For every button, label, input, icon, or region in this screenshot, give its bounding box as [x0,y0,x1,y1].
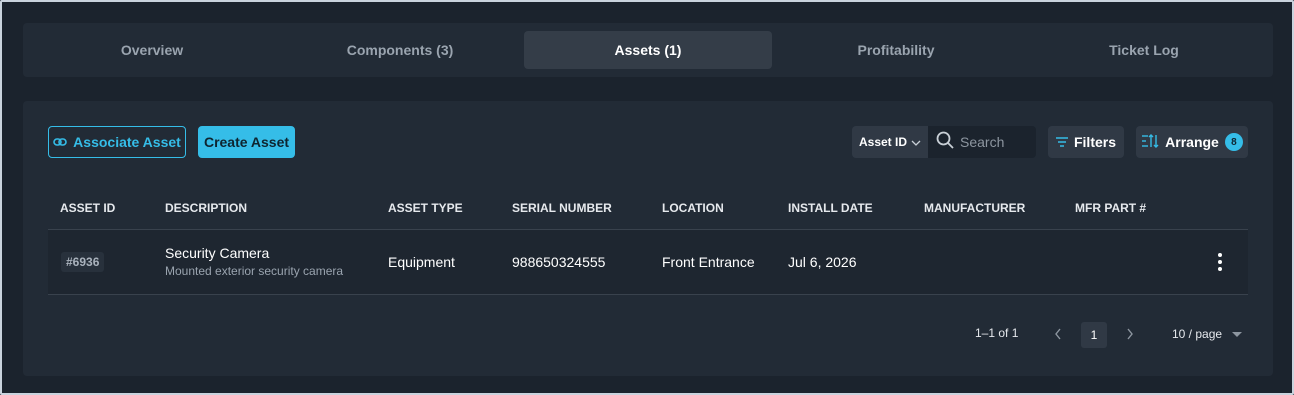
tab-bar: Overview Components (3) Assets (1) Profi… [23,23,1273,77]
column-header-mfr-part[interactable]: MFR PART # [1075,201,1146,215]
chevron-left-icon[interactable] [1046,322,1070,346]
column-header-serial-number[interactable]: SERIAL NUMBER [512,201,612,215]
caret-down-icon [1232,327,1243,341]
asset-description-sub: Mounted exterior security camera [165,264,344,278]
row-actions-kebab-icon[interactable] [1208,250,1232,274]
tab-assets[interactable]: Assets (1) [524,31,772,69]
search-field-select[interactable]: Asset ID [852,126,928,158]
asset-description: Security Camera [165,245,270,261]
filters-label: Filters [1073,134,1116,150]
arrange-label: Arrange [1165,134,1219,150]
assets-panel: Associate Asset Create Asset Asset ID Fi… [23,101,1273,376]
search-box [928,126,1036,158]
tab-profitability[interactable]: Profitability [772,31,1020,69]
search-input[interactable] [960,134,1036,150]
location-cell: Front Entrance [662,254,755,270]
arrange-button[interactable]: Arrange 8 [1136,126,1248,158]
page-number-current[interactable]: 1 [1081,322,1107,348]
page-size-select[interactable]: 10 / page [1172,322,1243,346]
column-header-manufacturer[interactable]: MANUFACTURER [924,201,1025,215]
search-field-label: Asset ID [858,135,908,149]
serial-number-cell: 988650324555 [512,254,606,270]
chevron-down-icon [911,135,921,149]
filter-icon [1055,134,1068,150]
column-header-asset-id[interactable]: ASSET ID [60,201,115,215]
column-header-location[interactable]: LOCATION [662,201,724,215]
table-header: ASSET ID DESCRIPTION ASSET TYPE SERIAL N… [48,189,1248,229]
asset-id-chip[interactable]: #6936 [61,252,105,272]
search-group: Asset ID [852,126,1036,158]
tab-components[interactable]: Components (3) [276,31,524,69]
link-icon [53,134,67,150]
pagination-range: 1–1 of 1 [975,326,1019,340]
search-icon [936,131,954,154]
associate-asset-label: Associate Asset [73,134,181,150]
create-asset-button[interactable]: Create Asset [198,126,295,158]
filters-button[interactable]: Filters [1048,126,1124,158]
install-date-cell: Jul 6, 2026 [788,254,857,270]
chevron-right-icon[interactable] [1118,322,1142,346]
arrange-count-badge: 8 [1224,133,1243,151]
column-header-description[interactable]: DESCRIPTION [165,201,247,215]
asset-type-cell: Equipment [388,254,455,270]
associate-asset-button[interactable]: Associate Asset [48,126,186,158]
tab-overview[interactable]: Overview [28,31,276,69]
column-header-asset-type[interactable]: ASSET TYPE [388,201,463,215]
column-header-install-date[interactable]: INSTALL DATE [788,201,873,215]
tab-ticket-log[interactable]: Ticket Log [1020,31,1268,69]
arrange-icon [1141,133,1159,151]
table-row[interactable]: #6936 Security Camera Mounted exterior s… [48,229,1248,295]
page-size-label: 10 / page [1172,327,1223,341]
